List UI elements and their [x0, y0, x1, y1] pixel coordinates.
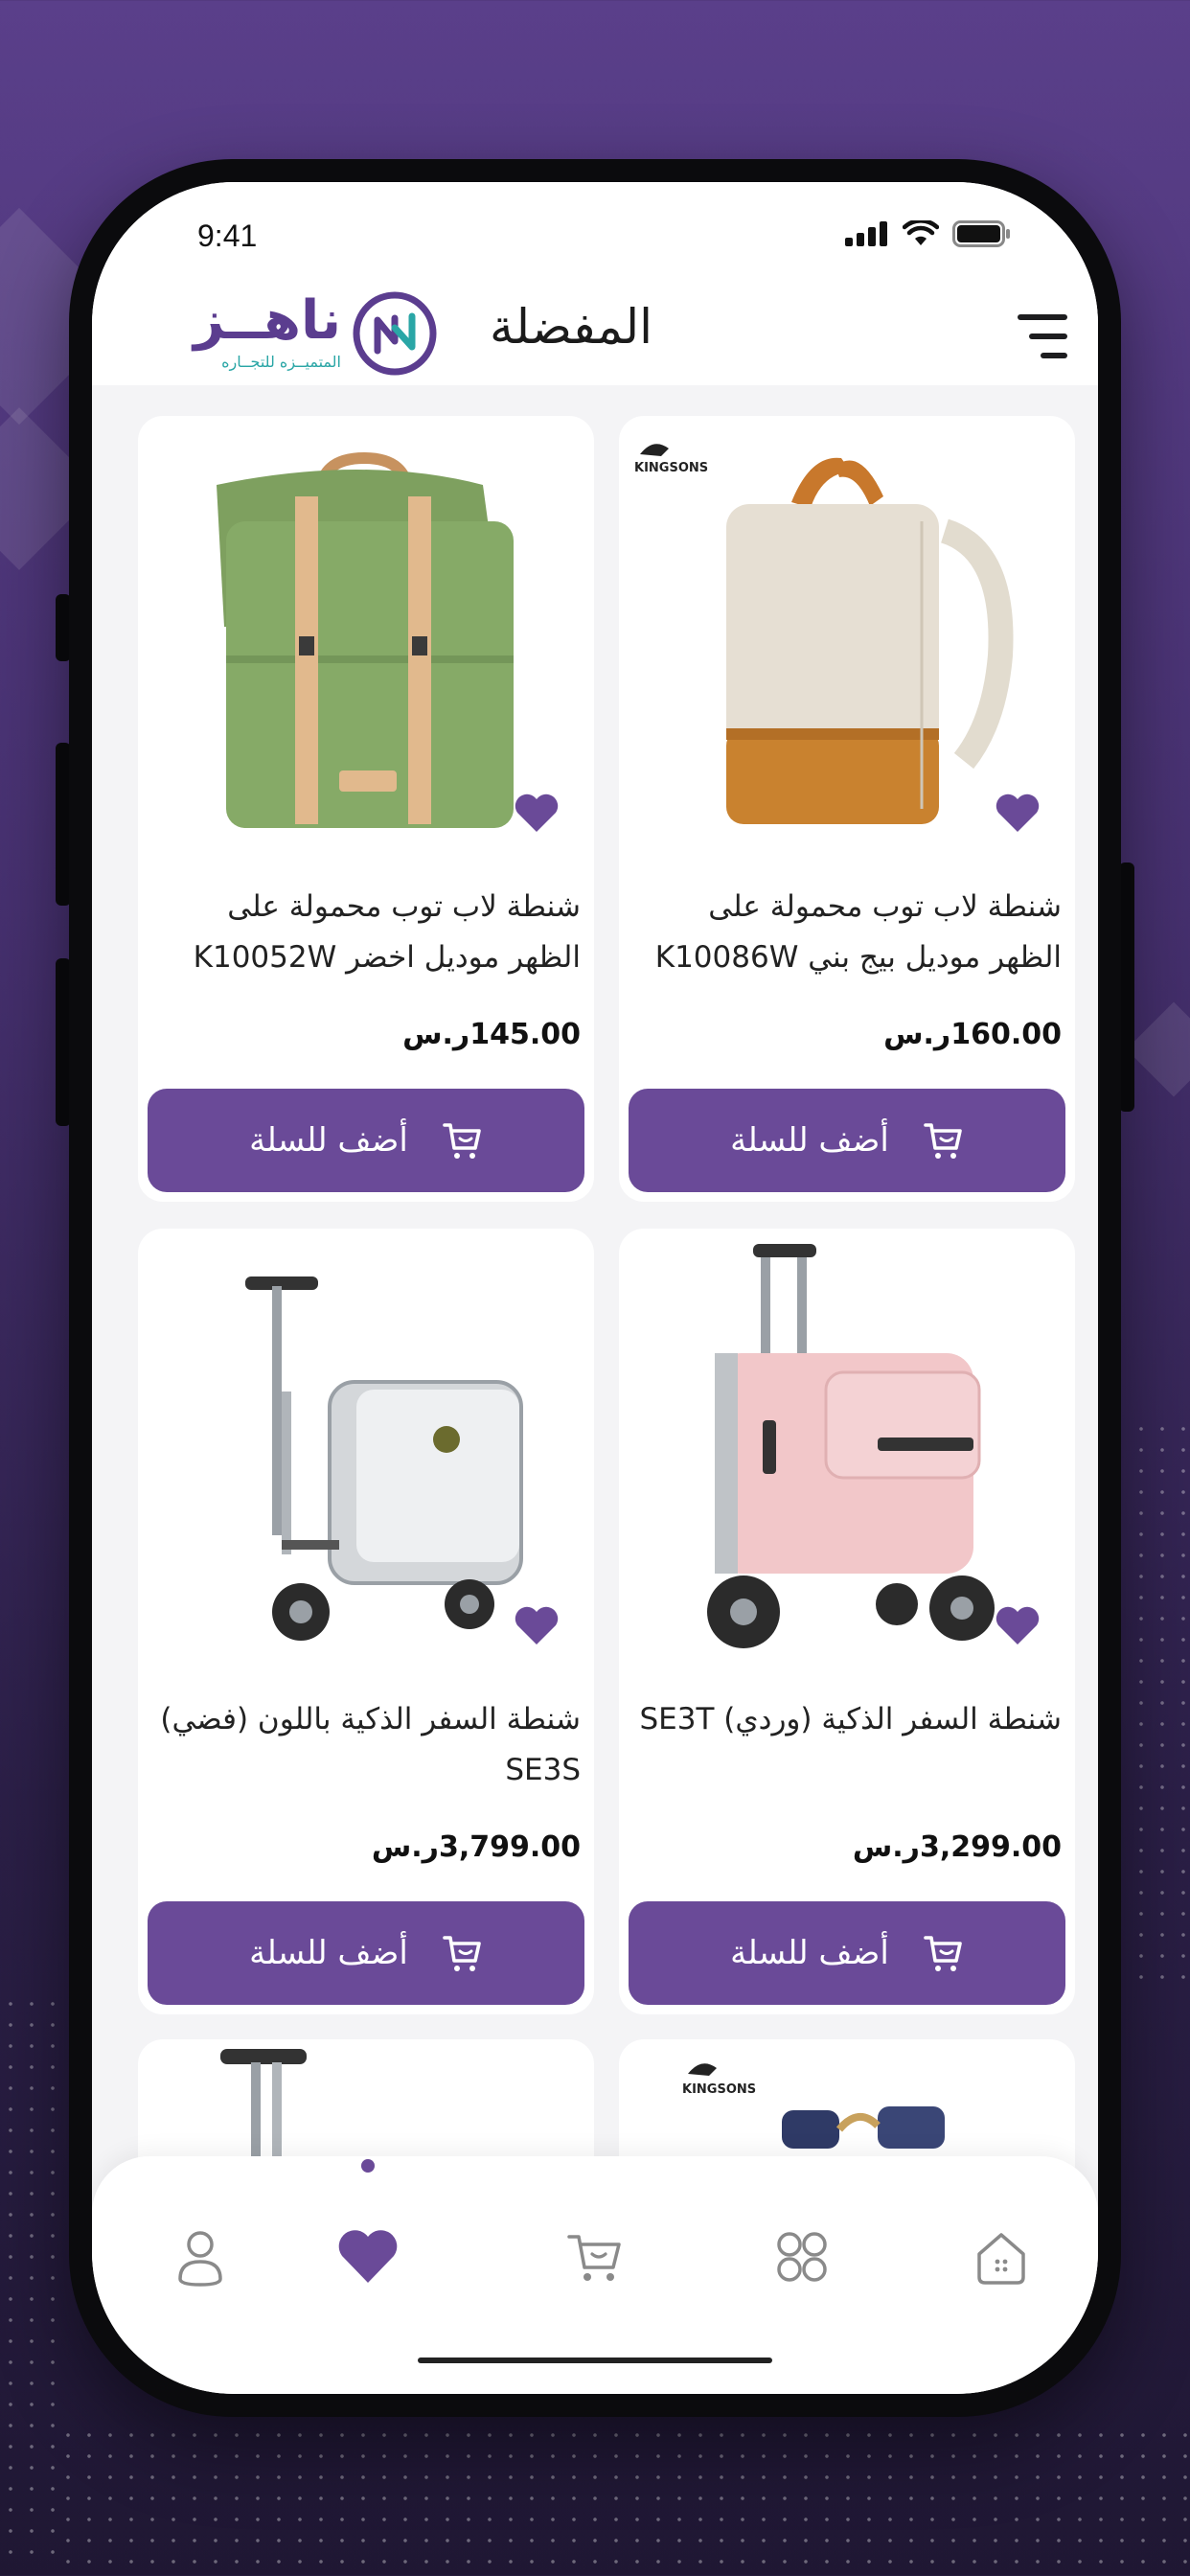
cart-icon: [443, 1123, 481, 1159]
status-icons: [845, 220, 1012, 247]
cart-icon[interactable]: [561, 2223, 629, 2290]
logo-tagline: المتميــزه للتجــاره: [221, 353, 341, 371]
add-to-cart-button[interactable]: أضف للسلة: [148, 1089, 584, 1192]
product-name: شنطة السفر الذكية (وردي) SE3T: [639, 1702, 1063, 1736]
product-price: 3,299.00ر.س: [852, 1830, 1062, 1864]
product-card[interactable]: شنطة لاب توب محمولة على الظهر موديل اخضر…: [138, 416, 594, 1202]
signal-icon: [845, 221, 887, 246]
brand-label: KINGSONS: [682, 2082, 756, 2097]
favorite-heart-icon[interactable]: [514, 792, 560, 834]
add-to-cart-label: أضف للسلة: [249, 1934, 408, 1972]
product-name: شنطة لاب توب محمولة على الظهر موديل اخضر…: [193, 889, 581, 975]
background-dots: [1131, 1418, 1190, 1993]
logo-mark-icon: [353, 291, 437, 376]
status-time: 9:41: [197, 218, 258, 253]
logo-text: ناهــز: [194, 289, 341, 352]
app-header: ناهــز المتميــزه للتجــاره المفضلة: [92, 278, 1098, 385]
favorite-heart-icon[interactable]: [514, 1604, 560, 1646]
add-to-cart-label: أضف للسلة: [730, 1934, 889, 1972]
menu-icon-line: [1029, 334, 1067, 339]
add-to-cart-button[interactable]: أضف للسلة: [629, 1901, 1065, 2005]
product-card[interactable]: شنطة السفر الذكية (وردي) SE3T 3,299.00ر.…: [619, 1229, 1075, 2014]
add-to-cart-label: أضف للسلة: [249, 1121, 408, 1160]
home-icon[interactable]: [968, 2223, 1035, 2290]
phone-side-button: [1119, 862, 1134, 1112]
brand-logo: ناهــز المتميــزه للتجــاره: [130, 282, 446, 385]
add-to-cart-label: أضف للسلة: [730, 1121, 889, 1160]
app-screen: 9:41 ناهــز المتميــزه للتجــاره المفضلة…: [92, 182, 1098, 2394]
nav-active-indicator: [361, 2159, 375, 2173]
background-diamond: [1126, 1001, 1190, 1097]
add-to-cart-button[interactable]: أضف للسلة: [148, 1901, 584, 2005]
wifi-icon: [903, 220, 939, 245]
profile-icon[interactable]: [167, 2223, 234, 2290]
menu-icon: [1018, 314, 1067, 320]
product-name: شنطة السفر الذكية باللون (فضي) SE3S: [160, 1702, 581, 1787]
favorites-grid: KINGSONS شنطة لاب توب محمولة على الظهر م…: [92, 385, 1098, 2394]
cart-icon: [924, 1123, 962, 1159]
product-card[interactable]: شنطة السفر الذكية باللون (فضي) SE3S 3,79…: [138, 1229, 594, 2014]
favorite-heart-icon[interactable]: [995, 792, 1041, 834]
product-price: 3,799.00ر.س: [371, 1830, 581, 1864]
battery-icon: [952, 220, 1010, 247]
phone-frame: 9:41 ناهــز المتميــزه للتجــاره المفضلة…: [69, 159, 1121, 2417]
menu-icon-line: [1041, 353, 1067, 358]
page-title: المفضلة: [489, 299, 653, 355]
add-to-cart-button[interactable]: أضف للسلة: [629, 1089, 1065, 1192]
product-price: 145.00ر.س: [402, 1018, 581, 1051]
product-price: 160.00ر.س: [883, 1018, 1062, 1051]
product-name: شنطة لاب توب محمولة على الظهر موديل بيج …: [654, 889, 1062, 975]
categories-icon[interactable]: [768, 2223, 835, 2290]
favorite-heart-icon[interactable]: [995, 1604, 1041, 1646]
brand-label: KINGSONS: [634, 461, 708, 475]
home-indicator: [418, 2358, 772, 2363]
cart-icon: [924, 1936, 962, 1971]
cart-icon: [443, 1936, 481, 1971]
heart-icon[interactable]: [334, 2223, 401, 2290]
background-dots: [57, 2425, 1190, 2576]
product-card[interactable]: KINGSONS شنطة لاب توب محمولة على الظهر م…: [619, 416, 1075, 1202]
status-bar: 9:41: [92, 182, 1098, 278]
menu-button[interactable]: [1004, 314, 1067, 362]
